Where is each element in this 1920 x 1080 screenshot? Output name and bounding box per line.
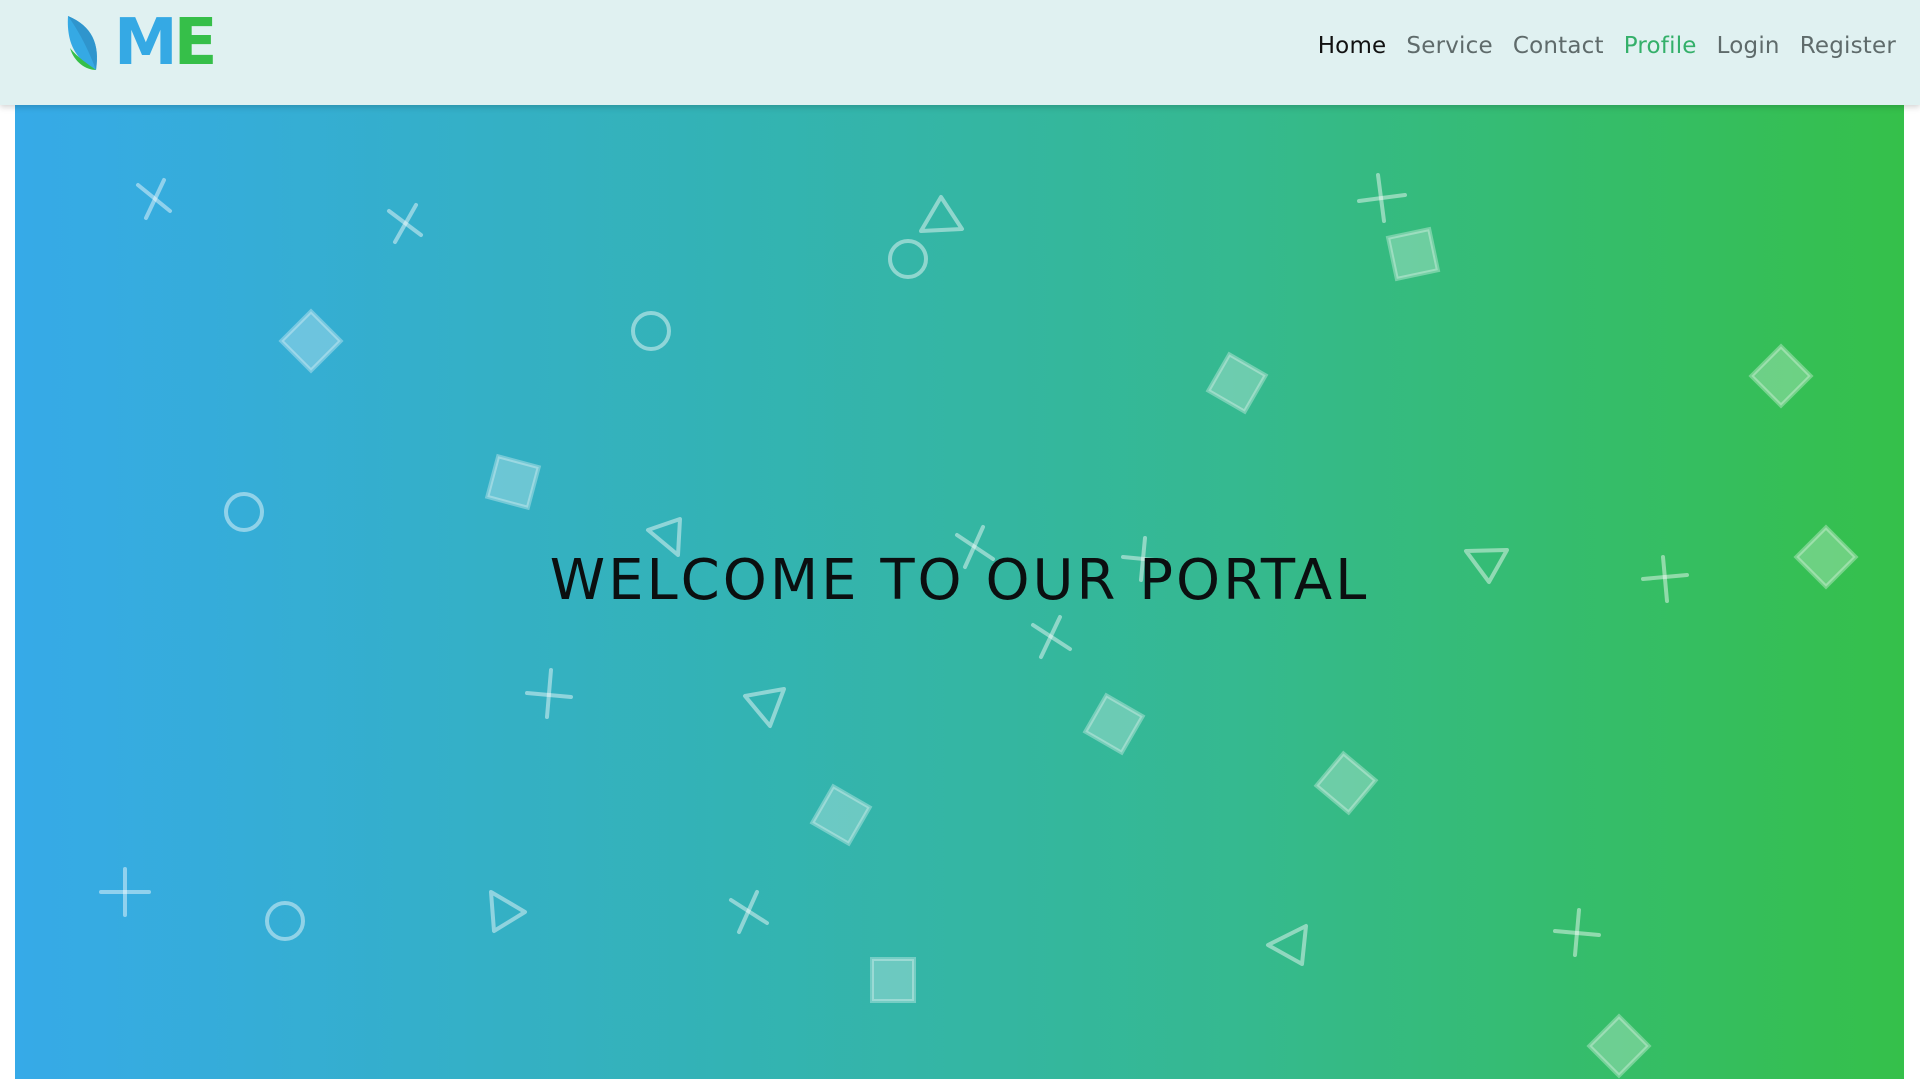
- circle-icon: [631, 311, 671, 351]
- leaf-logo-icon: [67, 16, 97, 70]
- diamond-icon: [1385, 226, 1441, 282]
- triangle-icon: [1266, 924, 1308, 966]
- nav-profile-link[interactable]: Profile: [1624, 33, 1697, 59]
- main-nav: Home Service Contact Profile Login Regis…: [1318, 33, 1896, 59]
- diamond-icon: [484, 453, 542, 511]
- brand-letter-e: E: [173, 6, 218, 80]
- nav-register-link[interactable]: Register: [1800, 33, 1896, 59]
- circle-icon: [265, 901, 305, 941]
- triangle-icon: [743, 687, 786, 728]
- diamond-icon: [1205, 351, 1269, 415]
- plus-icon: [525, 668, 573, 719]
- diamond-icon: [809, 783, 873, 847]
- diamond-icon: [1748, 343, 1814, 409]
- diamond-icon: [1082, 692, 1146, 756]
- nav-contact-link[interactable]: Contact: [1513, 33, 1604, 59]
- triangle-icon: [919, 195, 964, 233]
- circle-icon: [224, 492, 264, 532]
- nav-login-link[interactable]: Login: [1717, 33, 1780, 59]
- diamond-icon: [278, 308, 344, 374]
- plus-icon: [99, 867, 151, 917]
- brand-wordmark: ME: [114, 11, 217, 75]
- diamond-icon: [1586, 1013, 1652, 1079]
- navbar: ME Home Service Contact Profile Login Re…: [0, 0, 1920, 105]
- cross-icon: [387, 203, 423, 244]
- hero-title: WELCOME TO OUR PORTAL: [549, 548, 1370, 613]
- nav-service-link[interactable]: Service: [1406, 33, 1492, 59]
- triangle-icon: [489, 890, 527, 933]
- nav-home-link[interactable]: Home: [1318, 33, 1387, 59]
- diamond-icon: [870, 957, 916, 1003]
- cross-icon: [136, 178, 172, 220]
- cross-icon: [729, 890, 769, 934]
- brand-letter-m: M: [114, 6, 178, 80]
- plus-icon: [1357, 173, 1407, 223]
- brand-logo[interactable]: ME: [62, 11, 217, 75]
- circle-icon: [888, 239, 928, 279]
- hero-banner: WELCOME TO OUR PORTAL: [15, 105, 1904, 1079]
- cross-icon: [1031, 615, 1072, 659]
- plus-icon: [1553, 908, 1601, 957]
- diamond-icon: [1313, 750, 1379, 816]
